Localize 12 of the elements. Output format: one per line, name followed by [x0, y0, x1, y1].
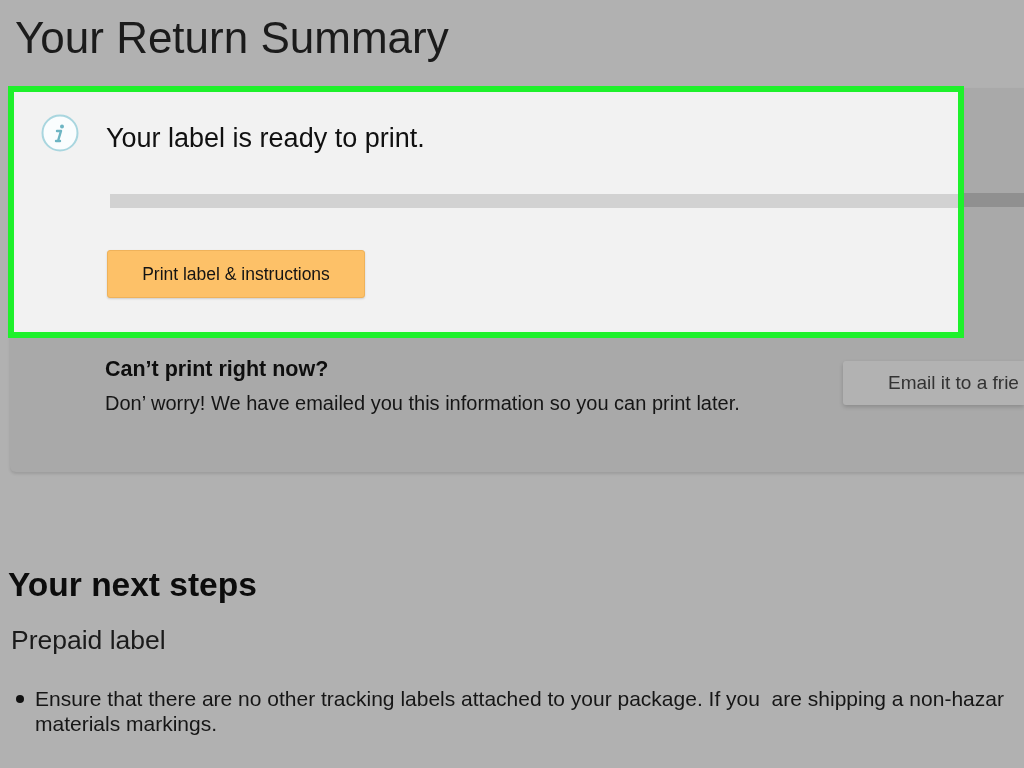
email-button[interactable]: Email it to a frie	[843, 361, 1024, 405]
print-label-button[interactable]: Print label & instructions	[107, 250, 365, 298]
cant-print-heading: Can’t print right now?	[105, 357, 330, 381]
info-icon	[41, 114, 79, 152]
ready-message: Your label is ready to print.	[106, 123, 425, 153]
prepaid-label-heading: Prepaid label	[11, 624, 167, 656]
next-steps-heading: Your next steps	[8, 565, 258, 605]
page-title: Your Return Summary	[14, 12, 450, 62]
cant-print-text: Don’ worry! We have emailed you this information so you can print later.	[105, 391, 741, 416]
step-text: Ensure that there are no other tracking labels attached to your package. If you are shipping a non-hazar materials markings.	[35, 686, 1004, 736]
bullet-dot-icon	[16, 695, 24, 703]
divider-bar	[964, 193, 1024, 207]
